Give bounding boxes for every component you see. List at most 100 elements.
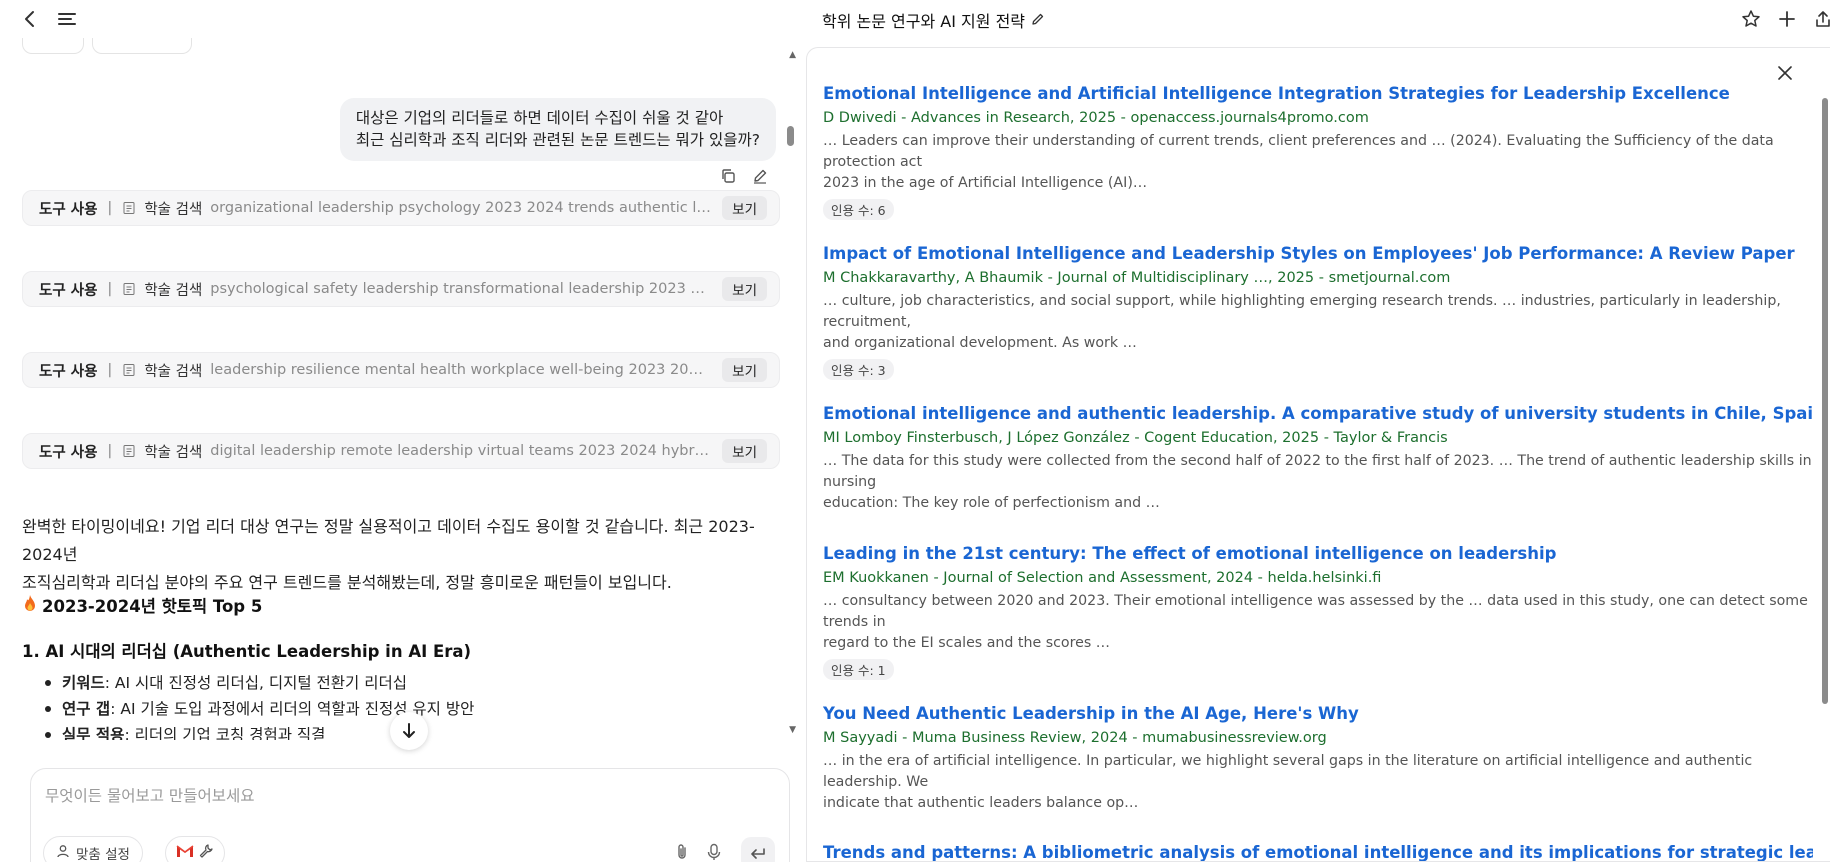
- document-title-text: 학위 논문 연구와 AI 지원 전략: [822, 12, 1026, 31]
- tool-query: digital leadership remote leadership vir…: [210, 443, 712, 459]
- scrollbar-thumb[interactable]: [787, 126, 794, 146]
- citation-count-badge: 인용 수: 6: [823, 199, 894, 220]
- tool-use-label: 도구 사용: [39, 282, 98, 299]
- result-title-link[interactable]: Impact of Emotional Intelligence and Lea…: [823, 244, 1813, 263]
- microphone-icon[interactable]: [703, 841, 725, 862]
- fire-icon: [22, 594, 38, 617]
- tools-button[interactable]: [165, 836, 225, 862]
- view-button[interactable]: 보기: [722, 358, 767, 382]
- result-title-link[interactable]: Leading in the 21st century: The effect …: [823, 544, 1813, 563]
- tool-query: psychological safety leadership transfor…: [210, 281, 712, 297]
- result-item: Emotional Intelligence and Artificial In…: [823, 84, 1813, 220]
- back-icon[interactable]: [18, 6, 42, 32]
- user-message: 대상은 기업의 리더들로 하면 데이터 수집이 쉬울 것 같아 최근 심리학과 …: [339, 98, 776, 161]
- result-title-link[interactable]: Trends and patterns: A bibliometric anal…: [823, 843, 1813, 861]
- tool-call-row[interactable]: 도구 사용 | 학술 검색 leadership resilience ment…: [22, 352, 780, 388]
- tool-name: 학술 검색: [144, 201, 203, 218]
- result-snippet: … culture, job characteristics, and soci…: [823, 291, 1813, 354]
- snippet-line: … Leaders can improve their understandin…: [823, 133, 1774, 170]
- result-meta: M Sayyadi - Muma Business Review, 2024 -…: [823, 730, 1327, 746]
- settings-label: 맞춤 설정: [76, 847, 130, 862]
- close-icon[interactable]: [1772, 60, 1798, 86]
- star-icon[interactable]: [1738, 6, 1764, 32]
- document-title[interactable]: 학위 논문 연구와 AI 지원 전략: [822, 8, 1045, 32]
- snippet-line: … The data for this study were collected…: [823, 453, 1812, 490]
- assistant-answer-intro: 완벽한 타이밍이네요! 기업 리더 대상 연구는 정말 실용적이고 데이터 수집…: [22, 513, 780, 597]
- snippet-line: and organizational development. As work …: [823, 335, 1137, 351]
- result-snippet: … Leaders can improve their understandin…: [823, 131, 1813, 194]
- snippet-line: … culture, job characteristics, and soci…: [823, 293, 1781, 330]
- tool-call-row[interactable]: 도구 사용 | 학술 검색 digital leadership remote …: [22, 433, 780, 469]
- result-title-link[interactable]: Emotional Intelligence and Artificial In…: [823, 84, 1813, 103]
- message-actions: [718, 166, 770, 186]
- result-title-link[interactable]: You Need Authentic Leadership in the AI …: [823, 704, 1813, 723]
- sub-heading: 1. AI 시대의 리더십 (Authentic Leadership in A…: [22, 642, 472, 661]
- plus-icon[interactable]: [1774, 6, 1800, 32]
- bullet-key: 키워드: [62, 674, 105, 692]
- result-item: Leading in the 21st century: The effect …: [823, 544, 1813, 680]
- tool-use-label: 도구 사용: [39, 363, 98, 380]
- user-message-line: 최근 심리학과 조직 리더와 관련된 논문 트렌드는 뭐가 있을까?: [355, 131, 760, 149]
- result-item: Impact of Emotional Intelligence and Lea…: [823, 244, 1813, 380]
- document-icon: [122, 282, 136, 296]
- wrench-icon: [198, 843, 214, 862]
- view-button[interactable]: 보기: [722, 277, 767, 301]
- divider: |: [107, 362, 113, 378]
- scrollbar-thumb[interactable]: [1822, 98, 1828, 704]
- document-icon: [122, 444, 136, 458]
- settings-button[interactable]: 맞춤 설정: [43, 836, 143, 862]
- snippet-line: … consultancy between 2020 and 2023. The…: [823, 593, 1808, 630]
- attach-icon[interactable]: [671, 841, 693, 862]
- result-title-link[interactable]: Emotional intelligence and authentic lea…: [823, 404, 1813, 423]
- divider: |: [107, 281, 113, 297]
- scroll-up-arrow[interactable]: ▲: [789, 50, 796, 60]
- bullet-text: : 리더의 기업 코칭 경험과 직결: [124, 726, 326, 740]
- view-button[interactable]: 보기: [722, 196, 767, 220]
- document-icon: [122, 363, 136, 377]
- chat-scroll-area[interactable]: 대상은 기업의 리더들로 하면 데이터 수집이 쉬울 것 같아 최근 심리학과 …: [0, 50, 800, 740]
- result-item: Trends and patterns: A bibliometric anal…: [823, 843, 1813, 861]
- scroll-down-arrow[interactable]: ▼: [789, 725, 796, 735]
- edit-icon[interactable]: [750, 166, 770, 186]
- view-button[interactable]: 보기: [722, 439, 767, 463]
- bullet-key: 연구 갭: [62, 700, 111, 718]
- search-results-panel: Emotional Intelligence and Artificial In…: [806, 47, 1830, 862]
- document-icon: [122, 201, 136, 215]
- pencil-icon[interactable]: [1031, 11, 1045, 30]
- document-pane: 학위 논문 연구와 AI 지원 전략 Emotional Intelligenc…: [806, 0, 1836, 862]
- tool-name: 학술 검색: [144, 363, 203, 380]
- tool-use-label: 도구 사용: [39, 201, 98, 218]
- result-snippet: … consultancy between 2020 and 2023. The…: [823, 591, 1813, 654]
- composer: 무엇이든 물어보고 만들어보세요 맞춤 설정: [30, 768, 790, 862]
- snippet-line: 2023 in the age of Artificial Intelligen…: [823, 175, 1148, 191]
- scroll-to-bottom-button[interactable]: [390, 712, 428, 750]
- send-button[interactable]: [741, 837, 775, 862]
- bullet-key: 실무 적용: [62, 726, 125, 740]
- result-item: Emotional intelligence and authentic lea…: [823, 404, 1813, 514]
- tool-call-row[interactable]: 도구 사용 | 학술 검색 organizational leadership …: [22, 190, 780, 226]
- snippet-line: indicate that authentic leaders balance …: [823, 795, 1139, 811]
- result-meta: M Chakkaravarthy, A Bhaumik - Journal of…: [823, 270, 1451, 286]
- gmail-icon: [176, 844, 194, 862]
- snippet-line: regard to the EI scales and the scores …: [823, 635, 1110, 651]
- result-snippet: … in the era of artificial intelligence.…: [823, 751, 1813, 814]
- composer-input[interactable]: 무엇이든 물어보고 만들어보세요: [45, 784, 255, 806]
- snippet-line: … in the era of artificial intelligence.…: [823, 753, 1753, 790]
- list-item: 키워드: AI 시대 진정성 리더십, 디지털 전환기 리더십: [42, 670, 474, 696]
- menu-icon[interactable]: [54, 6, 80, 32]
- result-item: You Need Authentic Leadership in the AI …: [823, 704, 1813, 814]
- result-meta: MI Lomboy Finsterbusch, J López González…: [823, 430, 1448, 446]
- tool-call-row[interactable]: 도구 사용 | 학술 검색 psychological safety leade…: [22, 271, 780, 307]
- section-heading: 2023-2024년 핫토픽 Top 5: [22, 593, 262, 617]
- tool-name: 학술 검색: [144, 282, 203, 299]
- citation-count-badge: 인용 수: 1: [823, 659, 894, 680]
- share-icon[interactable]: [1810, 6, 1836, 32]
- app-root: 대상은 기업의 리더들로 하면 데이터 수집이 쉬울 것 같아 최근 심리학과 …: [0, 0, 1836, 862]
- result-snippet: … The data for this study were collected…: [823, 451, 1813, 514]
- citation-count-badge: 인용 수: 3: [823, 359, 894, 380]
- result-meta: EM Kuokkanen - Journal of Selection and …: [823, 570, 1382, 586]
- document-toolbar: [1738, 6, 1836, 32]
- result-meta: D Dwivedi - Advances in Research, 2025 -…: [823, 110, 1369, 126]
- tool-use-label: 도구 사용: [39, 444, 98, 461]
- copy-icon[interactable]: [718, 166, 738, 186]
